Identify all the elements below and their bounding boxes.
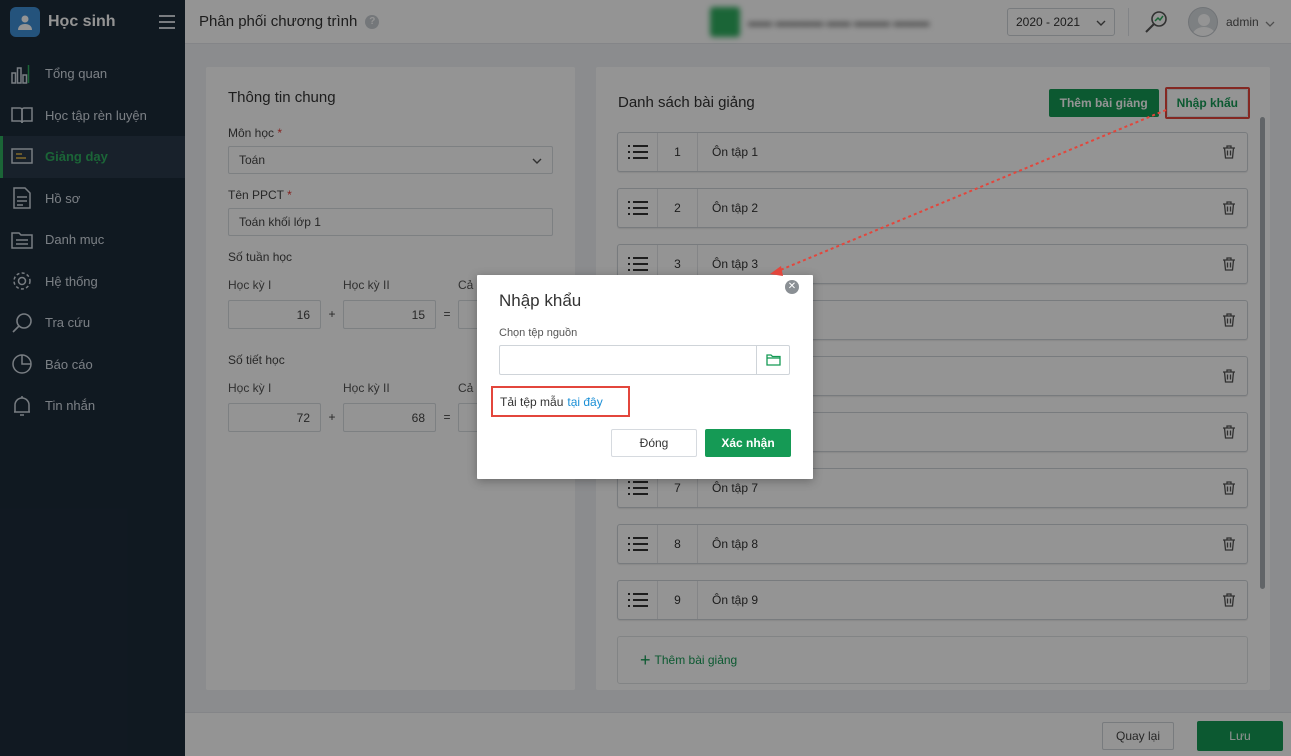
source-file-label: Chọn tệp nguồn [499, 327, 578, 339]
close-icon[interactable]: ✕ [785, 280, 799, 294]
template-download-link[interactable]: tại đây [567, 395, 602, 409]
folder-browse-icon[interactable] [756, 346, 789, 374]
source-file-input[interactable] [499, 345, 790, 375]
confirm-button[interactable]: Xác nhận [705, 429, 791, 457]
import-dialog: ✕ Nhập khẩu Chọn tệp nguồn Tải tệp mẫu t… [477, 275, 813, 479]
close-button[interactable]: Đóng [611, 429, 697, 457]
template-download-hint: Tải tệp mẫu tại đây [491, 386, 630, 417]
dialog-title: Nhập khẩu [499, 291, 582, 310]
template-text: Tải tệp mẫu [500, 394, 564, 409]
